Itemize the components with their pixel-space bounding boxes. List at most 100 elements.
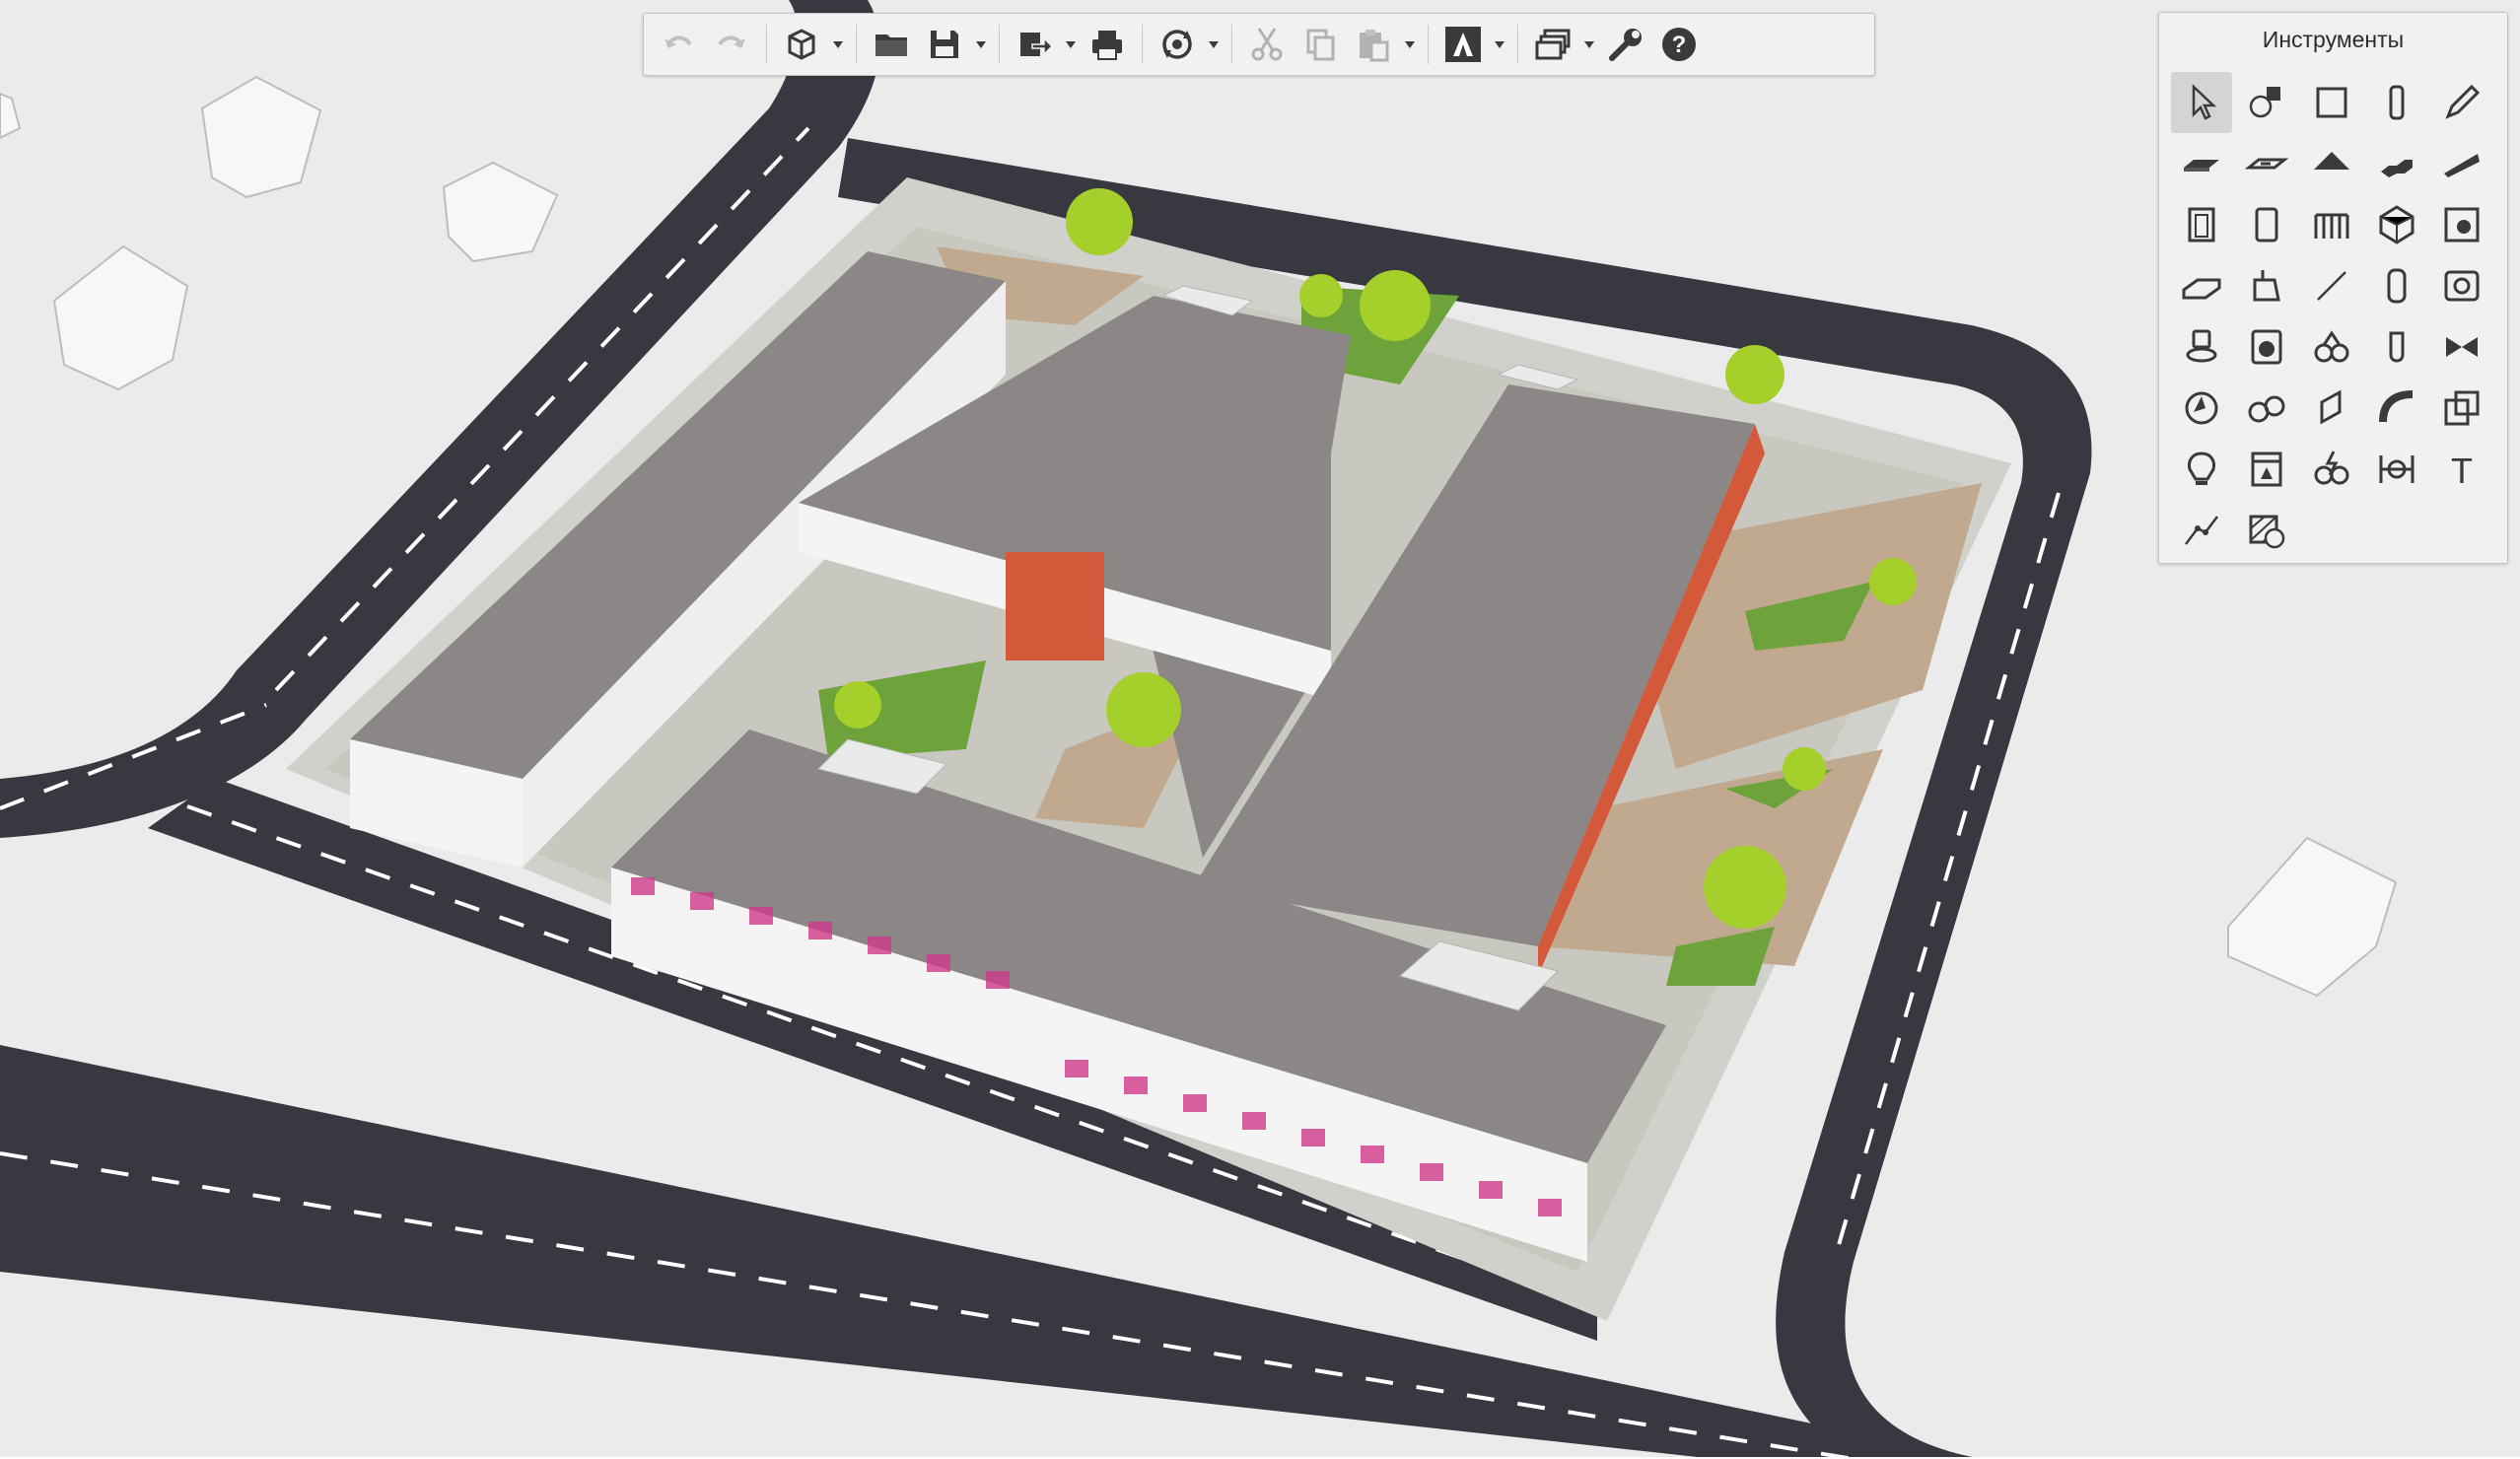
paste-icon [1360, 30, 1389, 62]
tool-room-button[interactable] [2431, 194, 2492, 255]
tool-slab-opening-button[interactable] [2236, 133, 2297, 194]
electrical-panel-icon [2251, 452, 2282, 487]
settings-button[interactable] [1599, 18, 1652, 71]
tool-electrical-panel-button[interactable] [2236, 439, 2297, 500]
collaboration-dropdown[interactable] [1204, 18, 1224, 71]
tool-equipment-button[interactable] [2431, 255, 2492, 316]
views-button[interactable] [1526, 18, 1579, 71]
hatch-icon [2249, 515, 2285, 549]
column-icon [2389, 85, 2405, 120]
tool-door-button[interactable] [2171, 194, 2232, 255]
floor-icon [2184, 160, 2219, 172]
export-icon [1020, 33, 1054, 56]
tool-fan-button[interactable] [2171, 378, 2232, 439]
undo-button[interactable] [652, 18, 705, 71]
duct-icon [2320, 389, 2342, 425]
export-button[interactable] [1008, 18, 1061, 71]
tool-shapes-button[interactable] [2236, 72, 2297, 133]
washer-icon [2251, 329, 2282, 365]
tool-toilet-button[interactable] [2171, 316, 2232, 378]
tool-column-button[interactable] [2366, 72, 2427, 133]
roof-icon [2314, 152, 2349, 170]
window-icon [2255, 207, 2278, 243]
tool-polyline-button[interactable] [2171, 500, 2232, 561]
new-project-button[interactable] [775, 18, 828, 71]
duct-bend-icon [2379, 390, 2414, 423]
valve-icon [2446, 337, 2478, 357]
print-button[interactable] [1081, 18, 1134, 71]
help-button[interactable]: ? [1652, 18, 1706, 71]
pencil-icon [2445, 84, 2481, 119]
tool-ramp-button[interactable] [2431, 133, 2492, 194]
tool-hatch-button[interactable] [2236, 500, 2297, 561]
collaboration-button[interactable] [1151, 18, 1204, 71]
wall-icon [2316, 87, 2347, 118]
tool-floor-button[interactable] [2171, 133, 2232, 194]
tool-pipe-fitting-button[interactable] [2366, 255, 2427, 316]
tool-stairs-button[interactable] [2366, 133, 2427, 194]
ramp-icon [2444, 154, 2480, 177]
tool-pencil-button[interactable] [2431, 72, 2492, 133]
tool-duct-button[interactable] [2301, 378, 2362, 439]
redo-icon [718, 35, 745, 48]
open-button[interactable] [865, 18, 918, 71]
tool-dimension-button[interactable] [2366, 439, 2427, 500]
stairs-icon [2381, 160, 2413, 177]
tool-duct-fitting-button[interactable] [2431, 378, 2492, 439]
tool-electric-system-button[interactable] [2301, 439, 2362, 500]
renga-menu-dropdown[interactable] [1490, 18, 1509, 71]
cut-button[interactable] [1240, 18, 1294, 71]
electric-system-icon [2314, 451, 2349, 485]
equipment-icon [2444, 270, 2480, 302]
tools-grid: T [2171, 72, 2492, 561]
help-icon: ? [1662, 28, 1696, 61]
redo-button[interactable] [705, 18, 758, 71]
views-dropdown[interactable] [1579, 18, 1599, 71]
tool-beam-button[interactable] [2171, 255, 2232, 316]
3d-viewport[interactable] [0, 0, 2520, 1459]
tool-lamp-button[interactable] [2171, 439, 2232, 500]
save-dropdown[interactable] [971, 18, 991, 71]
tool-pipe-system-button[interactable] [2301, 316, 2362, 378]
beam-icon [2182, 278, 2221, 300]
save-button[interactable] [918, 18, 971, 71]
tool-roof-button[interactable] [2301, 133, 2362, 194]
toolbar-separator [766, 25, 767, 64]
views-icon [1535, 29, 1571, 60]
toolbar-separator [1231, 25, 1232, 64]
toolbar-separator [856, 25, 857, 64]
svg-text:T: T [2451, 451, 2473, 491]
tool-duct-system-button[interactable] [2236, 378, 2297, 439]
export-dropdown[interactable] [1061, 18, 1081, 71]
tools-panel-title: Инструменты [2262, 27, 2405, 52]
paste-button[interactable] [1347, 18, 1400, 71]
new-project-dropdown[interactable] [828, 18, 848, 71]
line-icon [2317, 271, 2346, 301]
tool-washer-button[interactable] [2236, 316, 2297, 378]
railing-icon [2314, 213, 2349, 239]
copy-button[interactable] [1294, 18, 1347, 71]
tool-window-button[interactable] [2236, 194, 2297, 255]
tool-valve-button[interactable] [2431, 316, 2492, 378]
svg-text:?: ? [1672, 32, 1687, 58]
text-icon: T [2451, 451, 2473, 491]
tool-text-button[interactable]: T [2431, 439, 2492, 500]
room-icon [2444, 207, 2480, 243]
tool-element-button[interactable] [2366, 194, 2427, 255]
tool-line-button[interactable] [2301, 255, 2362, 316]
save-icon [931, 31, 958, 58]
element-icon [2379, 205, 2415, 244]
tool-plumbing-fixture-button[interactable] [2236, 255, 2297, 316]
fan-icon [2185, 391, 2218, 425]
tool-pipe-button[interactable] [2366, 316, 2427, 378]
tool-wall-button[interactable] [2301, 72, 2362, 133]
renga-menu-button[interactable] [1436, 18, 1490, 71]
tool-duct-bend-button[interactable] [2366, 378, 2427, 439]
duct-system-icon [2248, 395, 2285, 423]
pipe-icon [2389, 331, 2405, 363]
toolbar-separator [999, 25, 1000, 64]
tool-select-button[interactable] [2171, 72, 2232, 133]
tool-railing-button[interactable] [2301, 194, 2362, 255]
paste-dropdown[interactable] [1400, 18, 1420, 71]
pipe-system-icon [2314, 330, 2349, 363]
